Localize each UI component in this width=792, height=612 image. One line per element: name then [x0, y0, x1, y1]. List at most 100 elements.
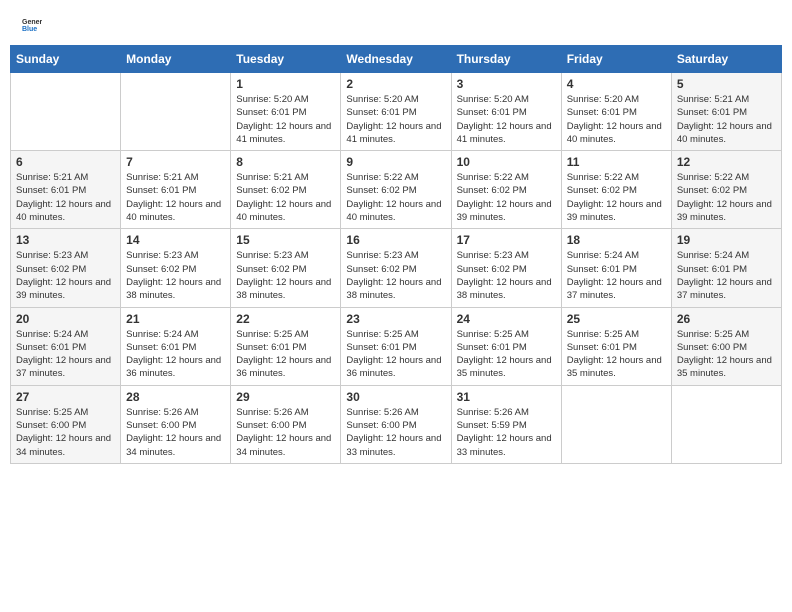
calendar-cell: 14 Sunrise: 5:23 AM Sunset: 6:02 PM Dayli…	[121, 229, 231, 307]
day-info: Sunrise: 5:25 AM Sunset: 6:00 PM Dayligh…	[16, 406, 115, 459]
calendar-cell: 8 Sunrise: 5:21 AM Sunset: 6:02 PM Daylig…	[231, 151, 341, 229]
day-info: Sunrise: 5:20 AM Sunset: 6:01 PM Dayligh…	[346, 93, 445, 146]
calendar-cell: 10 Sunrise: 5:22 AM Sunset: 6:02 PM Dayli…	[451, 151, 561, 229]
day-header-wednesday: Wednesday	[341, 46, 451, 73]
calendar-cell: 12 Sunrise: 5:22 AM Sunset: 6:02 PM Dayli…	[671, 151, 781, 229]
day-number: 22	[236, 312, 335, 326]
day-number: 27	[16, 390, 115, 404]
day-number: 1	[236, 77, 335, 91]
calendar-cell: 28 Sunrise: 5:26 AM Sunset: 6:00 PM Dayli…	[121, 385, 231, 463]
calendar-cell: 2 Sunrise: 5:20 AM Sunset: 6:01 PM Daylig…	[341, 73, 451, 151]
day-info: Sunrise: 5:20 AM Sunset: 6:01 PM Dayligh…	[567, 93, 666, 146]
calendar-cell: 24Sunrise: 5:25 AM Sunset: 6:01 PM Dayli…	[451, 307, 561, 385]
day-info: Sunrise: 5:25 AM Sunset: 6:01 PM Dayligh…	[457, 328, 556, 381]
day-number: 16	[346, 233, 445, 247]
day-info: Sunrise: 5:26 AM Sunset: 6:00 PM Dayligh…	[346, 406, 445, 459]
day-number: 31	[457, 390, 556, 404]
calendar-cell: 23 Sunrise: 5:25 AM Sunset: 6:01 PM Dayli…	[341, 307, 451, 385]
calendar-cell: 4 Sunrise: 5:20 AM Sunset: 6:01 PM Daylig…	[561, 73, 671, 151]
calendar-cell: 19Sunrise: 5:24 AM Sunset: 6:01 PM Dayli…	[671, 229, 781, 307]
day-info: Sunrise: 5:26 AM Sunset: 6:00 PM Dayligh…	[126, 406, 225, 459]
day-number: 18	[567, 233, 666, 247]
day-number: 2	[346, 77, 445, 91]
day-number: 8	[236, 155, 335, 169]
day-number: 25	[567, 312, 666, 326]
calendar-cell	[671, 385, 781, 463]
calendar-cell: 27 Sunrise: 5:25 AM Sunset: 6:00 PM Dayli…	[11, 385, 121, 463]
calendar-table: SundayMondayTuesdayWednesdayThursdayFrid…	[10, 45, 782, 464]
calendar-cell	[121, 73, 231, 151]
day-number: 10	[457, 155, 556, 169]
day-number: 12	[677, 155, 776, 169]
day-info: Sunrise: 5:25 AM Sunset: 6:00 PM Dayligh…	[677, 328, 776, 381]
calendar-week-2: 6 Sunrise: 5:21 AM Sunset: 6:01 PM Daylig…	[11, 151, 782, 229]
day-number: 21	[126, 312, 225, 326]
calendar-body: 1 Sunrise: 5:20 AM Sunset: 6:01 PM Daylig…	[11, 73, 782, 464]
calendar-cell: 1 Sunrise: 5:20 AM Sunset: 6:01 PM Daylig…	[231, 73, 341, 151]
calendar-cell: 25 Sunrise: 5:25 AM Sunset: 6:01 PM Dayli…	[561, 307, 671, 385]
calendar-week-3: 13 Sunrise: 5:23 AM Sunset: 6:02 PM Dayli…	[11, 229, 782, 307]
calendar-cell: 5 Sunrise: 5:21 AM Sunset: 6:01 PM Daylig…	[671, 73, 781, 151]
calendar-header-row: SundayMondayTuesdayWednesdayThursdayFrid…	[11, 46, 782, 73]
day-info: Sunrise: 5:20 AM Sunset: 6:01 PM Dayligh…	[457, 93, 556, 146]
day-number: 29	[236, 390, 335, 404]
day-info: Sunrise: 5:23 AM Sunset: 6:02 PM Dayligh…	[236, 249, 335, 302]
day-info: Sunrise: 5:21 AM Sunset: 6:02 PM Dayligh…	[236, 171, 335, 224]
day-number: 14	[126, 233, 225, 247]
day-info: Sunrise: 5:21 AM Sunset: 6:01 PM Dayligh…	[126, 171, 225, 224]
calendar-cell: 20Sunrise: 5:24 AM Sunset: 6:01 PM Dayli…	[11, 307, 121, 385]
day-number: 28	[126, 390, 225, 404]
calendar-cell: 21 Sunrise: 5:24 AM Sunset: 6:01 PM Dayli…	[121, 307, 231, 385]
day-header-monday: Monday	[121, 46, 231, 73]
day-header-friday: Friday	[561, 46, 671, 73]
day-info: Sunrise: 5:24 AM Sunset: 6:01 PM Dayligh…	[126, 328, 225, 381]
page-header: General Blue	[10, 10, 782, 40]
day-info: Sunrise: 5:24 AM Sunset: 6:01 PM Dayligh…	[16, 328, 115, 381]
day-number: 9	[346, 155, 445, 169]
day-number: 26	[677, 312, 776, 326]
day-number: 6	[16, 155, 115, 169]
calendar-cell: 11 Sunrise: 5:22 AM Sunset: 6:02 PM Dayli…	[561, 151, 671, 229]
day-info: Sunrise: 5:22 AM Sunset: 6:02 PM Dayligh…	[567, 171, 666, 224]
day-number: 30	[346, 390, 445, 404]
calendar-cell: 3 Sunrise: 5:20 AM Sunset: 6:01 PM Daylig…	[451, 73, 561, 151]
calendar-cell: 30 Sunrise: 5:26 AM Sunset: 6:00 PM Dayli…	[341, 385, 451, 463]
day-number: 11	[567, 155, 666, 169]
day-info: Sunrise: 5:26 AM Sunset: 6:00 PM Dayligh…	[236, 406, 335, 459]
day-info: Sunrise: 5:22 AM Sunset: 6:02 PM Dayligh…	[457, 171, 556, 224]
day-number: 15	[236, 233, 335, 247]
day-info: Sunrise: 5:25 AM Sunset: 6:01 PM Dayligh…	[236, 328, 335, 381]
day-info: Sunrise: 5:22 AM Sunset: 6:02 PM Dayligh…	[346, 171, 445, 224]
calendar-cell: 6Sunrise: 5:21 AM Sunset: 6:01 PM Daylig…	[11, 151, 121, 229]
day-info: Sunrise: 5:23 AM Sunset: 6:02 PM Dayligh…	[126, 249, 225, 302]
day-info: Sunrise: 5:24 AM Sunset: 6:01 PM Dayligh…	[567, 249, 666, 302]
day-info: Sunrise: 5:24 AM Sunset: 6:01 PM Dayligh…	[677, 249, 776, 302]
day-info: Sunrise: 5:22 AM Sunset: 6:02 PM Dayligh…	[677, 171, 776, 224]
day-header-tuesday: Tuesday	[231, 46, 341, 73]
calendar-cell: 22 Sunrise: 5:25 AM Sunset: 6:01 PM Dayli…	[231, 307, 341, 385]
day-info: Sunrise: 5:25 AM Sunset: 6:01 PM Dayligh…	[567, 328, 666, 381]
calendar-cell: 13Sunrise: 5:23 AM Sunset: 6:02 PM Dayli…	[11, 229, 121, 307]
day-number: 4	[567, 77, 666, 91]
generalblue-logo-icon: General Blue	[22, 15, 42, 35]
day-number: 13	[16, 233, 115, 247]
day-header-saturday: Saturday	[671, 46, 781, 73]
svg-text:Blue: Blue	[22, 26, 37, 33]
calendar-cell: 16Sunrise: 5:23 AM Sunset: 6:02 PM Dayli…	[341, 229, 451, 307]
day-number: 5	[677, 77, 776, 91]
day-info: Sunrise: 5:20 AM Sunset: 6:01 PM Dayligh…	[236, 93, 335, 146]
calendar-week-1: 1 Sunrise: 5:20 AM Sunset: 6:01 PM Daylig…	[11, 73, 782, 151]
calendar-week-4: 20Sunrise: 5:24 AM Sunset: 6:01 PM Dayli…	[11, 307, 782, 385]
calendar-cell	[561, 385, 671, 463]
calendar-cell	[11, 73, 121, 151]
day-info: Sunrise: 5:25 AM Sunset: 6:01 PM Dayligh…	[346, 328, 445, 381]
calendar-cell: 7Sunrise: 5:21 AM Sunset: 6:01 PM Daylig…	[121, 151, 231, 229]
calendar-cell: 18 Sunrise: 5:24 AM Sunset: 6:01 PM Dayli…	[561, 229, 671, 307]
day-info: Sunrise: 5:21 AM Sunset: 6:01 PM Dayligh…	[677, 93, 776, 146]
calendar-week-5: 27 Sunrise: 5:25 AM Sunset: 6:00 PM Dayli…	[11, 385, 782, 463]
day-info: Sunrise: 5:23 AM Sunset: 6:02 PM Dayligh…	[457, 249, 556, 302]
day-number: 3	[457, 77, 556, 91]
day-number: 23	[346, 312, 445, 326]
day-header-sunday: Sunday	[11, 46, 121, 73]
day-header-thursday: Thursday	[451, 46, 561, 73]
